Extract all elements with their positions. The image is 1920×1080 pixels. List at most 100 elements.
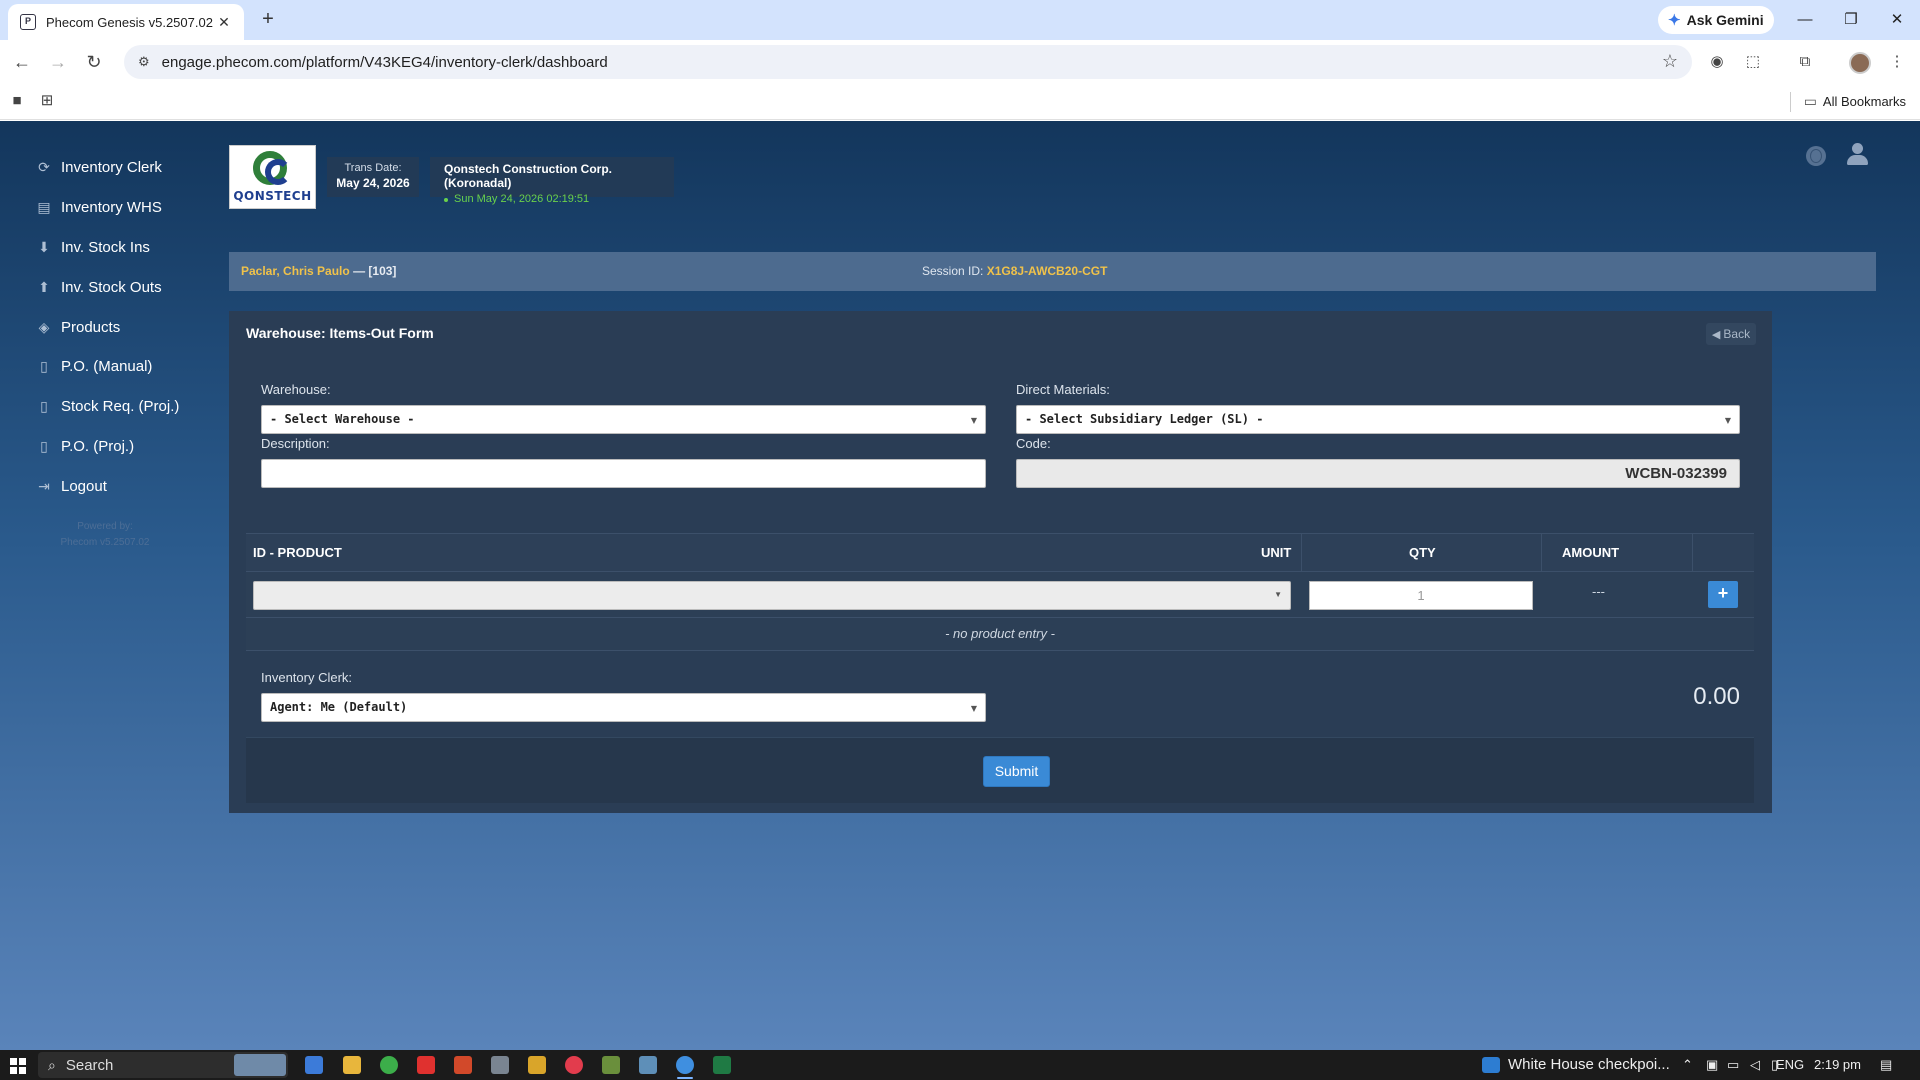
taskbar-search[interactable]: ⌕ Search (38, 1052, 288, 1078)
document-icon: ▯ (40, 438, 48, 454)
search-highlight-image (234, 1054, 286, 1076)
sidebar-item-products[interactable]: ◈ Products (36, 315, 121, 339)
session-id: Session ID: X1G8J-AWCB20-CGT (922, 264, 1107, 278)
chevron-up-icon[interactable]: ⌃ (1682, 1057, 1693, 1073)
all-bookmarks-button[interactable]: ▭ All Bookmarks (1804, 93, 1906, 110)
volume-icon[interactable]: ◁ (1750, 1057, 1760, 1073)
back-arrow-icon[interactable]: ← (10, 50, 34, 74)
tab-search-icon[interactable]: ⧉ (1793, 50, 1817, 74)
media-player-icon[interactable] (565, 1056, 583, 1074)
puzzle-icon[interactable]: ⬚ (1741, 50, 1765, 74)
form-title: Warehouse: Items-Out Form (246, 325, 434, 341)
add-product-button[interactable]: + (1708, 581, 1738, 608)
copilot-icon[interactable] (305, 1056, 323, 1074)
notepad-icon[interactable] (639, 1056, 657, 1074)
extension-icon[interactable]: ◉ (1705, 50, 1729, 74)
back-button[interactable]: ◀ Back (1706, 323, 1756, 345)
ask-gemini-label: Ask Gemini (1686, 12, 1764, 28)
url-text: engage.phecom.com/platform/V43KEG4/inven… (161, 53, 608, 71)
refresh-icon: ⟳ (38, 159, 50, 175)
address-toolbar: ← → ↻ ⚙ engage.phecom.com/platform/V43KE… (0, 40, 1920, 84)
inventory-clerk-select[interactable]: Agent: Me (Default) ▼ (261, 693, 986, 722)
user-icon[interactable] (1846, 143, 1868, 167)
document-icon: ▯ (40, 398, 48, 414)
tab-title: Phecom Genesis v5.2507.02 (46, 14, 213, 30)
globe-icon[interactable] (1806, 146, 1826, 166)
forward-arrow-icon[interactable]: → (46, 50, 70, 74)
box-icon: ▤ (37, 199, 51, 215)
company-box: Qonstech Construction Corp. (Koronadal) … (430, 157, 674, 205)
company-logo: QONSTECH (229, 145, 316, 209)
chrome-icon[interactable] (380, 1056, 398, 1074)
browser-tab-bar: P Phecom Genesis v5.2507.02 ✕ + ✦ Ask Ge… (0, 0, 1920, 40)
column-header-qty: QTY (1409, 545, 1436, 560)
company-datetime: Sun May 24, 2026 02:19:51 (444, 193, 674, 205)
sidebar-item-inventory-clerk[interactable]: ⟳ Inventory Clerk (36, 155, 162, 179)
submit-button[interactable]: Submit (983, 756, 1050, 787)
close-window-icon[interactable]: ✕ (1874, 0, 1920, 40)
all-bookmarks-label: All Bookmarks (1822, 94, 1906, 109)
chrome-active-icon[interactable] (676, 1056, 694, 1074)
column-header-amount: AMOUNT (1562, 545, 1620, 560)
warehouse-select-value: - Select Warehouse - (270, 412, 415, 426)
app-icon[interactable] (454, 1056, 472, 1074)
news-widget[interactable]: White House checkpoi... (1482, 1056, 1670, 1073)
sidebar-item-logout[interactable]: ⇥ Logout (36, 474, 107, 498)
youtube-icon[interactable] (417, 1056, 435, 1074)
restore-icon[interactable]: ❐ (1828, 0, 1874, 40)
sidebar-item-po-manual[interactable]: ▯ P.O. (Manual) (36, 354, 152, 378)
product-select[interactable]: ▼ (253, 581, 1291, 610)
language-indicator[interactable]: ENG (1776, 1057, 1804, 1072)
submit-footer: Submit (246, 737, 1754, 803)
network-icon[interactable]: ▭ (1727, 1057, 1739, 1073)
inventory-clerk-select-value: Agent: Me (Default) (270, 700, 408, 714)
logo-mark-icon (250, 151, 295, 187)
sidebar-item-stock-req-proj[interactable]: ▯ Stock Req. (Proj.) (36, 394, 179, 418)
file-explorer-icon[interactable] (343, 1056, 361, 1074)
sidebar-item-label: Inventory WHS (61, 198, 162, 216)
url-bar[interactable]: ⚙ engage.phecom.com/platform/V43KEG4/inv… (124, 45, 1692, 79)
calculator-icon[interactable] (491, 1056, 509, 1074)
bookmark-star-icon[interactable]: ☆ (1662, 51, 1678, 72)
sidebar-item-inv-stock-ins[interactable]: ⬇ Inv. Stock Ins (36, 235, 150, 259)
description-input[interactable] (261, 459, 986, 488)
apps-grid-icon[interactable]: ⊞ (38, 92, 56, 110)
direct-materials-label: Direct Materials: (1016, 382, 1110, 397)
chevron-down-icon: ▼ (970, 416, 977, 425)
tab-groups-icon[interactable]: ■ (8, 92, 26, 110)
excel-icon[interactable] (713, 1056, 731, 1074)
column-divider (1541, 534, 1542, 572)
site-info-icon[interactable]: ⚙ (138, 54, 150, 70)
session-id-label: Session ID: (922, 264, 984, 278)
minimize-icon[interactable]: — (1782, 0, 1828, 40)
qty-input[interactable]: 1 (1309, 581, 1533, 610)
new-tab-icon[interactable]: + (254, 8, 282, 32)
windows-start-icon[interactable] (10, 1058, 26, 1074)
profile-avatar[interactable] (1849, 52, 1871, 74)
trans-date-box: Trans Date: May 24, 2026 (327, 157, 419, 197)
sidebar-item-label: Logout (61, 477, 107, 495)
clock[interactable]: 2:19 pm (1814, 1057, 1861, 1072)
sidebar: ⟳ Inventory Clerk ▤ Inventory WHS ⬇ Inv.… (0, 121, 210, 1051)
direct-materials-select[interactable]: - Select Subsidiary Ledger (SL) - ▼ (1016, 405, 1740, 434)
camera-icon[interactable]: ▣ (1706, 1057, 1718, 1073)
app-page: ⟳ Inventory Clerk ▤ Inventory WHS ⬇ Inv.… (0, 121, 1920, 1051)
menu-kebab-icon[interactable]: ⋮ (1885, 50, 1909, 74)
reload-icon[interactable]: ↻ (82, 50, 106, 74)
ask-gemini-button[interactable]: ✦ Ask Gemini (1658, 6, 1774, 34)
app-icon[interactable] (528, 1056, 546, 1074)
tab-close-icon[interactable]: ✕ (216, 14, 232, 31)
warehouse-select[interactable]: - Select Warehouse - ▼ (261, 405, 986, 434)
notifications-icon[interactable]: ▤ (1880, 1057, 1892, 1073)
warehouse-label: Warehouse: (261, 382, 331, 397)
sidebar-item-po-proj[interactable]: ▯ P.O. (Proj.) (36, 434, 134, 458)
chevron-down-icon: ▼ (970, 704, 977, 713)
sidebar-item-inv-stock-outs[interactable]: ⬆ Inv. Stock Outs (36, 275, 161, 299)
sidebar-item-label: P.O. (Manual) (61, 357, 153, 375)
document-icon: ▯ (40, 358, 48, 374)
sidebar-item-inventory-whs[interactable]: ▤ Inventory WHS (36, 195, 162, 219)
logout-icon: ⇥ (38, 478, 50, 494)
app-icon[interactable] (602, 1056, 620, 1074)
browser-tab[interactable]: P Phecom Genesis v5.2507.02 ✕ (8, 4, 244, 40)
sidebar-item-label: Products (61, 318, 121, 336)
